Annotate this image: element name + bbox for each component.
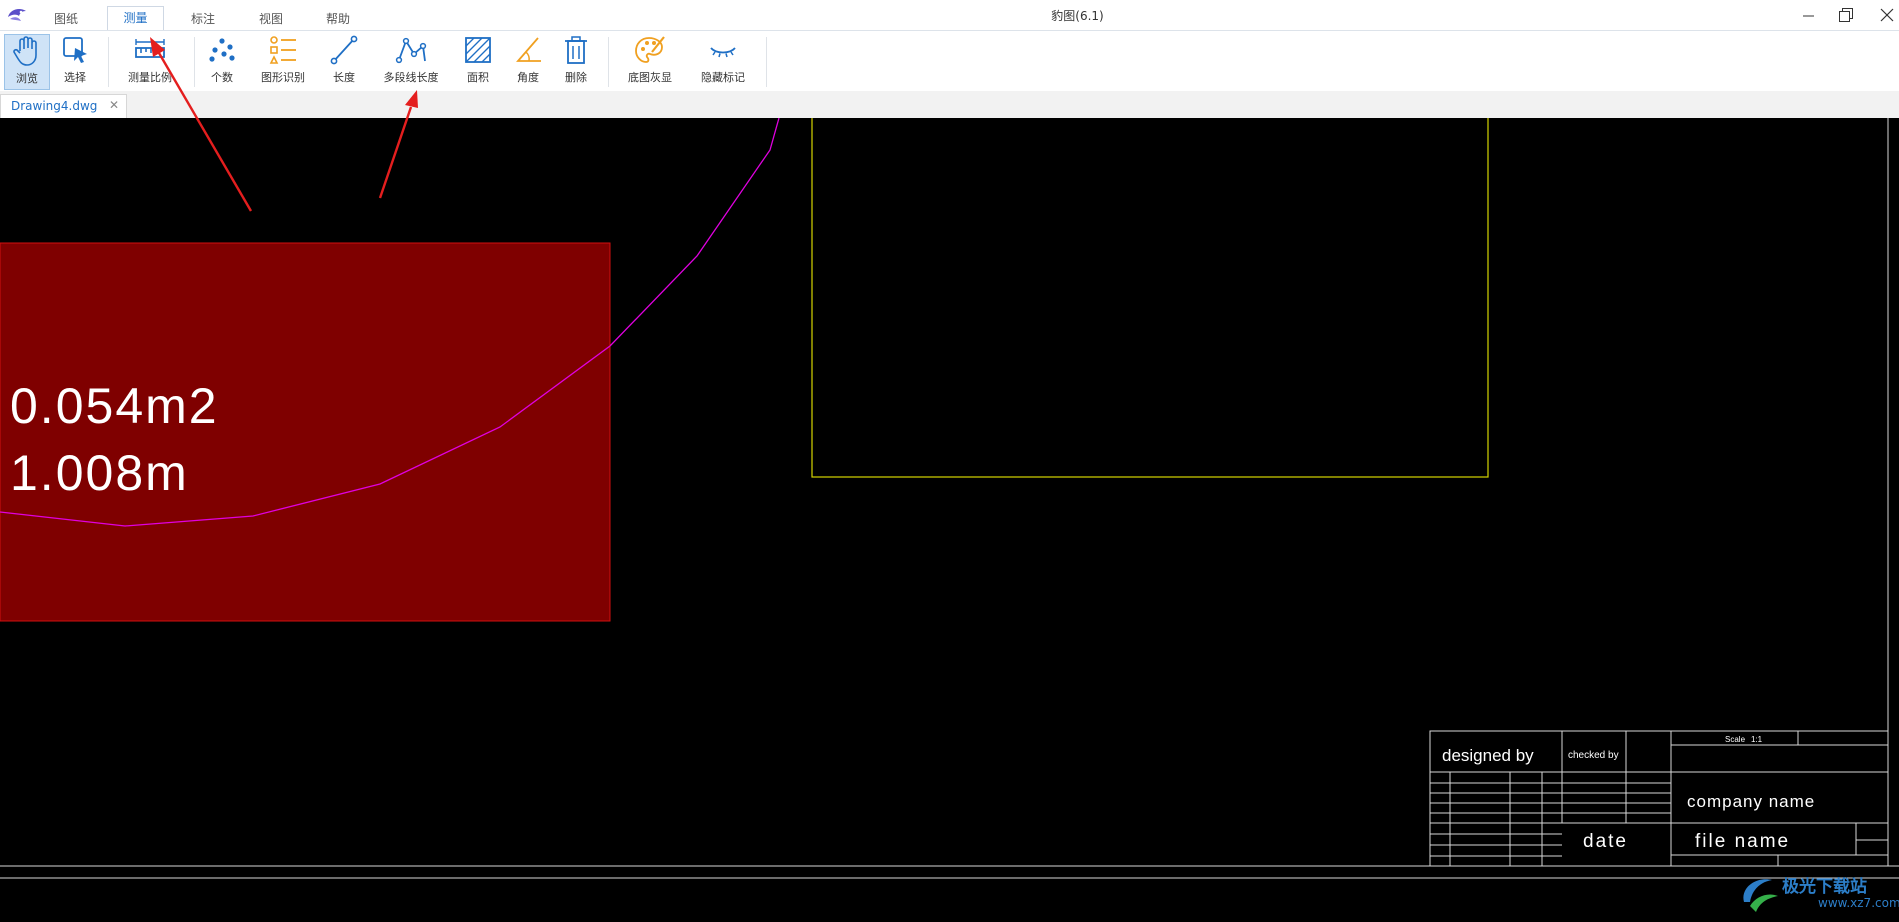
ribbon-separator: [608, 37, 609, 87]
company-name-label: company name: [1687, 792, 1815, 811]
palette-icon: [635, 36, 665, 63]
restore-icon: [1839, 8, 1853, 22]
checked-by-label: checked by: [1568, 750, 1619, 761]
restore-button[interactable]: [1822, 0, 1868, 30]
tool-area-label: 面积: [467, 71, 489, 84]
tool-length-label: 长度: [333, 71, 355, 84]
tool-shape-recognition[interactable]: 图形识别: [254, 34, 312, 88]
app-logo-icon: [8, 9, 26, 21]
tool-delete-label: 删除: [565, 71, 587, 84]
watermark-url: www.xz7.com: [1818, 896, 1899, 910]
document-tab-name: Drawing4.dwg: [11, 99, 98, 113]
shape-recognition-icon: [269, 36, 296, 64]
tool-area[interactable]: 面积: [458, 34, 498, 88]
yellow-rectangle: [811, 118, 1489, 478]
tool-count[interactable]: 个数: [202, 34, 242, 88]
ribbon-separator: [766, 37, 767, 87]
watermark-title: 极光下载站: [1782, 877, 1867, 897]
menu-tab-measure[interactable]: 测量: [107, 6, 164, 31]
hand-icon: [13, 36, 37, 66]
polyline-length-icon: [395, 37, 427, 64]
tool-select-label: 选择: [64, 71, 86, 84]
tool-hide-marks-label: 隐藏标记: [701, 71, 745, 84]
scale-label: Scale: [1725, 735, 1746, 744]
ribbon-separator: [194, 37, 195, 87]
menu-tab-annotate[interactable]: 标注: [181, 8, 225, 30]
drawing-canvas[interactable]: 0.054m2 1.008m designed by checked by Sc…: [0, 118, 1899, 922]
trash-icon: [565, 36, 587, 64]
document-tab-close-icon[interactable]: ✕: [109, 98, 119, 112]
angle-icon: [516, 37, 541, 62]
count-dots-icon: [209, 38, 235, 62]
tool-count-label: 个数: [211, 71, 233, 84]
tool-polyline-length[interactable]: 多段线长度: [377, 34, 445, 88]
date-label: date: [1583, 831, 1628, 852]
tool-angle[interactable]: 角度: [508, 34, 548, 88]
menu-tab-drawing[interactable]: 图纸: [44, 8, 88, 30]
area-icon: [465, 37, 491, 63]
length-icon: [330, 35, 358, 65]
designed-by-label: designed by: [1442, 746, 1534, 765]
tool-select[interactable]: 选择: [55, 34, 95, 88]
tool-base-gray[interactable]: 底图灰显: [618, 34, 682, 88]
scale-value: 1:1: [1751, 735, 1763, 744]
tool-length[interactable]: 长度: [324, 34, 364, 88]
tool-measure-scale[interactable]: 测量比例: [118, 34, 182, 88]
tool-browse[interactable]: 浏览: [4, 34, 50, 90]
tool-hide-marks[interactable]: 隐藏标记: [692, 34, 754, 88]
tool-measure-scale-label: 测量比例: [128, 71, 172, 84]
document-tab[interactable]: Drawing4.dwg ✕: [0, 94, 127, 119]
measurement-length-text: 1.008m: [10, 445, 189, 501]
tool-polyline-length-label: 多段线长度: [383, 71, 439, 84]
menu-tab-view[interactable]: 视图: [249, 8, 293, 30]
cad-drawing: 0.054m2 1.008m designed by checked by Sc…: [0, 118, 1899, 879]
tool-browse-label: 浏览: [16, 72, 38, 85]
tool-shape-recognition-label: 图形识别: [261, 71, 305, 84]
watermark-logo-icon: [1743, 879, 1778, 912]
select-cursor-icon: [63, 37, 87, 63]
document-tab-bar: Drawing4.dwg ✕: [0, 91, 1899, 119]
watermark: 极光下载站 www.xz7.com: [1738, 868, 1899, 920]
tool-base-gray-label: 底图灰显: [628, 71, 672, 84]
file-name-label: file name: [1695, 831, 1790, 852]
ribbon-toolbar: 浏览 选择 测量比例 个数 图形识别 长度 多段线长度 面积 角度 删除 底图灰…: [0, 30, 1899, 92]
ruler-scale-icon: [135, 39, 165, 58]
ribbon-separator: [108, 37, 109, 87]
measurement-area-text: 0.054m2: [10, 378, 219, 434]
close-icon: [1880, 8, 1894, 22]
eye-closed-icon: [710, 47, 736, 58]
menu-tab-help[interactable]: 帮助: [316, 8, 360, 30]
close-button[interactable]: [1864, 0, 1899, 30]
tool-delete[interactable]: 删除: [556, 34, 596, 88]
title-bar: 图纸 测量 标注 视图 帮助 豹图(6.1): [0, 0, 1899, 31]
tool-angle-label: 角度: [517, 71, 539, 84]
